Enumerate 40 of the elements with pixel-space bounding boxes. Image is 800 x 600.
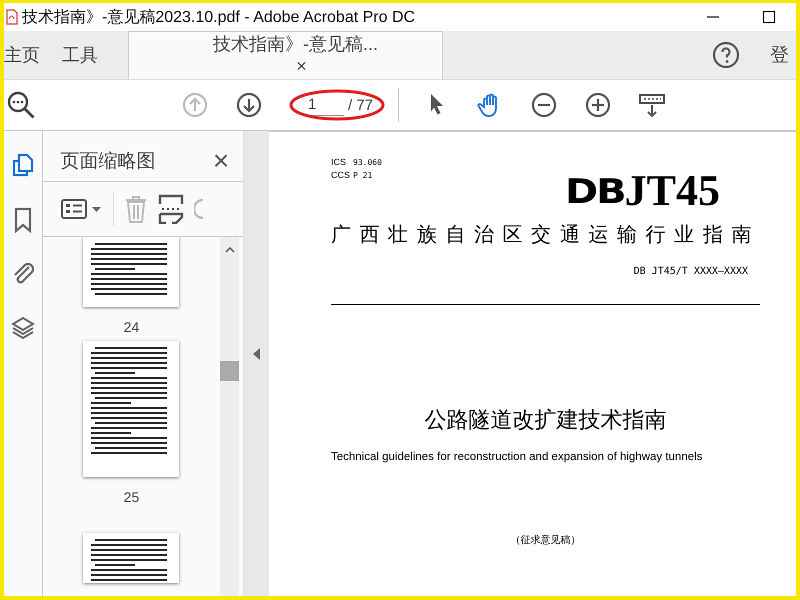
window-title: 技术指南》-意见稿2023.10.pdf - Adobe Acrobat Pro DC [22,8,416,28]
page-thumbnail[interactable] [83,341,180,477]
page-number-field[interactable]: 1 [304,94,344,116]
issuer-heading: 广西壮族自治区交通运输行业指南 [331,223,760,248]
standard-code: DB JT45/T XXXX—XXXX [634,266,748,277]
logo-text: JT45 [624,172,720,210]
page-thumbnail[interactable] [83,237,180,307]
scrollbar-thumb[interactable] [220,361,240,381]
ccs-code: P 21 [353,170,372,182]
panel-title: 页面缩略图 [60,150,156,174]
tab[interactable]: 工具 [54,31,128,79]
close-button[interactable]: × [212,145,230,177]
plus-circle-icon[interactable] [585,92,611,118]
tab[interactable]: 技术指南》-意见稿... × [128,31,443,79]
help-icon[interactable] [712,41,740,69]
layers-icon[interactable] [10,315,35,341]
up-caret-icon[interactable] [224,247,235,253]
sign-in-link[interactable]: 登 [770,42,796,68]
document-title: 公路隧道改扩建技术指南 [424,406,666,434]
list-options-icon[interactable] [60,198,103,220]
tab[interactable]: 主页 [4,31,54,79]
logo-text: DB [564,176,625,208]
page-number: 24 [124,319,140,335]
search-icon[interactable] [6,90,36,120]
collapse-caret-icon[interactable] [253,348,260,360]
pages-icon[interactable] [10,153,35,179]
page-count: / 77 [348,96,374,114]
page-number: 25 [124,489,140,505]
keyboard-arrow-icon[interactable] [639,92,665,118]
minus-circle-icon[interactable] [531,92,557,118]
close-button[interactable]: × [296,56,307,77]
document-subtitle: Technical guidelines for reconstruction and expansion of highway tunnels [331,451,704,463]
draft-note: （征求意见稿） [510,534,580,547]
ics-code: 93.060 [353,157,382,169]
maximize-icon[interactable] [762,10,776,24]
ics-label: ICS [331,156,348,168]
scrollbar[interactable] [220,237,240,596]
page-thumbnail[interactable] [83,533,180,583]
ccs-label: CCS [331,169,352,181]
insert-page-icon[interactable] [158,194,184,224]
